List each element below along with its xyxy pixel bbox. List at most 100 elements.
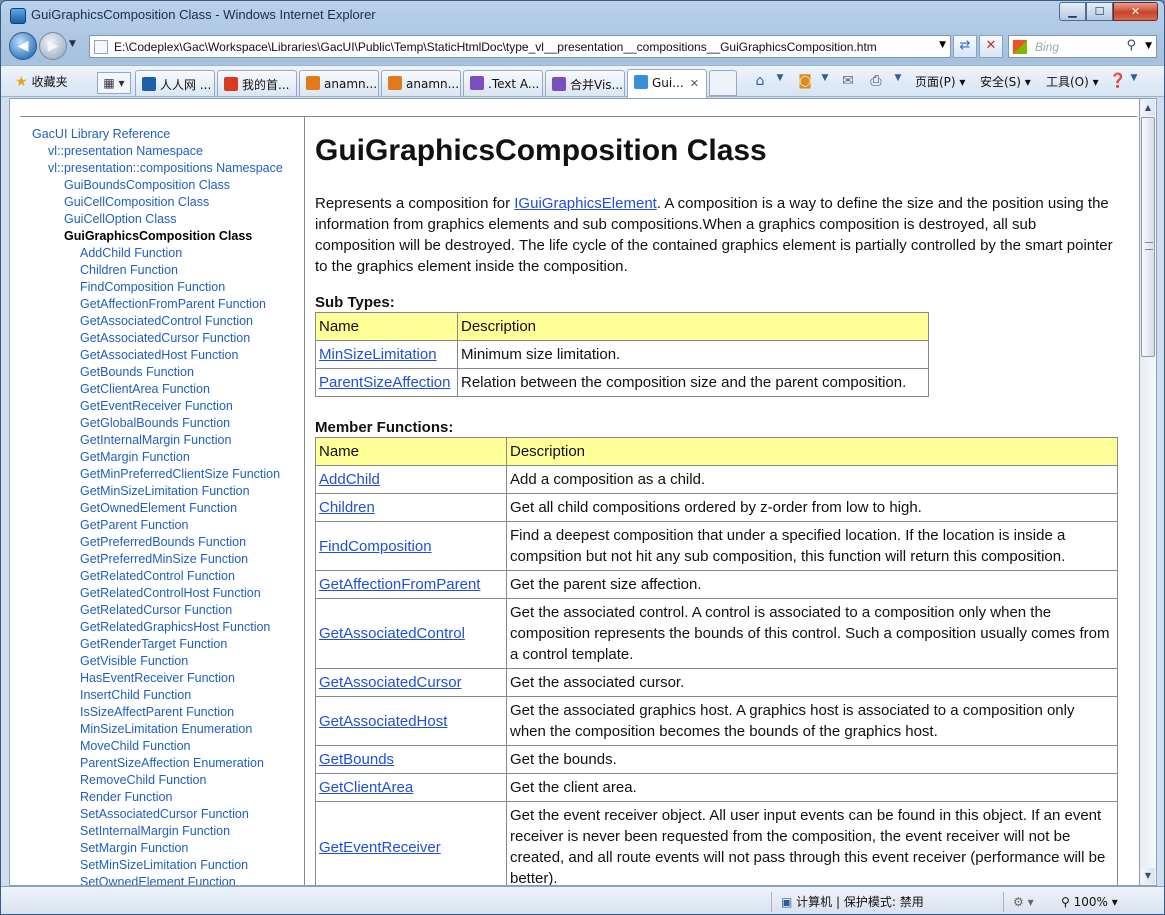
sidebar-member-link[interactable]: GetRelatedControlHost Function	[80, 586, 261, 600]
tab-text[interactable]: .Text A...	[463, 70, 543, 96]
vertical-scrollbar[interactable]: ▲ ▼	[1140, 98, 1157, 886]
chevron-down-icon[interactable]: ▼	[939, 40, 946, 50]
sidebar-member-link[interactable]: MinSizeLimitation Enumeration	[80, 722, 252, 736]
member-function-link[interactable]: GetAssociatedCursor	[319, 674, 462, 691]
sidebar-member-link[interactable]: SetMargin Function	[80, 841, 188, 855]
tab-anamn-1[interactable]: anamn...	[299, 70, 379, 96]
safety-menu[interactable]: 安全(S) ▾	[980, 73, 1031, 90]
sidebar-class-link[interactable]: GuiCellOption Class	[64, 212, 177, 226]
sidebar-member-link[interactable]: IsSizeAffectParent Function	[80, 705, 234, 719]
sidebar-member-link[interactable]: GetMinSizeLimitation Function	[80, 484, 250, 498]
rss-dropdown-icon[interactable]: ▼	[816, 73, 834, 89]
sidebar-member-link[interactable]: FindComposition Function	[80, 280, 225, 294]
sidebar-member-link[interactable]: HasEventReceiver Function	[80, 671, 235, 685]
zoom-control[interactable]: ⚲ 100% ▾	[1061, 892, 1118, 912]
sidebar-member-link[interactable]: RemoveChild Function	[80, 773, 206, 787]
scroll-up-icon[interactable]: ▲	[1141, 100, 1155, 116]
forward-button[interactable]: ▶	[39, 32, 67, 60]
new-tab-button[interactable]	[709, 70, 737, 96]
sidebar-member-link[interactable]: GetRelatedControl Function	[80, 569, 235, 583]
igui-graphics-element-link[interactable]: IGuiGraphicsElement	[514, 195, 657, 212]
minimize-button[interactable]: ▁	[1059, 2, 1086, 21]
sidebar-member-link[interactable]: AddChild Function	[80, 246, 182, 260]
tab-merge[interactable]: 合并Vis...	[545, 70, 625, 96]
sidebar-member-link[interactable]: GetRelatedCursor Function	[80, 603, 232, 617]
member-function-link[interactable]: GetBounds	[319, 751, 394, 768]
quick-tabs-button[interactable]: ▦ ▾	[97, 72, 131, 94]
sidebar-member-link[interactable]: GetRenderTarget Function	[80, 637, 227, 651]
tab-homepage[interactable]: 我的首...	[217, 70, 297, 96]
address-bar[interactable]: E:\Codeplex\Gac\Workspace\Libraries\GacU…	[89, 35, 951, 58]
member-function-link[interactable]: GetAssociatedHost	[319, 713, 447, 730]
print-dropdown-icon[interactable]: ▼	[889, 73, 907, 89]
sidebar-class-link[interactable]: GuiBoundsComposition Class	[64, 178, 230, 192]
sidebar-member-link[interactable]: SetOwnedElement Function	[80, 875, 236, 885]
sidebar-member-link[interactable]: GetClientArea Function	[80, 382, 210, 396]
sidebar-member-link[interactable]: Render Function	[80, 790, 172, 804]
sidebar-member-link[interactable]: Children Function	[80, 263, 178, 277]
sidebar-member-link[interactable]: GetRelatedGraphicsHost Function	[80, 620, 270, 634]
search-input[interactable]: Bing	[1035, 40, 1059, 54]
sidebar-member-link[interactable]: GetAssociatedCursor Function	[80, 331, 250, 345]
page-menu[interactable]: 页面(P) ▾	[915, 73, 965, 90]
sidebar-class-link[interactable]: GuiCellComposition Class	[64, 195, 209, 209]
tab-close-icon[interactable]: ✕	[690, 77, 699, 90]
close-button[interactable]: ✕	[1113, 2, 1158, 21]
sidebar-member-link[interactable]: GetPreferredBounds Function	[80, 535, 246, 549]
member-function-link[interactable]: GetAssociatedControl	[319, 625, 465, 642]
stop-button[interactable]: ✕	[979, 35, 1003, 58]
sidebar-member-link[interactable]: SetAssociatedCursor Function	[80, 807, 249, 821]
sidebar-member-link[interactable]: GetAssociatedControl Function	[80, 314, 253, 328]
member-function-link[interactable]: GetEventReceiver	[319, 839, 441, 856]
rss-icon[interactable]: ◙	[796, 73, 814, 89]
sidebar-member-link[interactable]: GetOwnedElement Function	[80, 501, 237, 515]
subtype-link[interactable]: ParentSizeAffection	[319, 374, 450, 391]
sidebar-member-link[interactable]: SetMinSizeLimitation Function	[80, 858, 248, 872]
tab-renren[interactable]: 人人网 ...	[135, 70, 215, 96]
sidebar-member-link[interactable]: InsertChild Function	[80, 688, 191, 702]
sidebar-member-link[interactable]: MoveChild Function	[80, 739, 190, 753]
tools-menu[interactable]: 工具(O) ▾	[1046, 73, 1099, 90]
address-input[interactable]: E:\Codeplex\Gac\Workspace\Libraries\GacU…	[114, 40, 929, 54]
sidebar-member-link[interactable]: GetBounds Function	[80, 365, 194, 379]
sidebar-member-link[interactable]: GetGlobalBounds Function	[80, 416, 230, 430]
print-icon[interactable]: ⎙	[867, 73, 885, 89]
subtype-link[interactable]: MinSizeLimitation	[319, 346, 437, 363]
sidebar-member-link[interactable]: GetAffectionFromParent Function	[80, 297, 266, 311]
search-icon[interactable]: ⚲	[1126, 38, 1136, 53]
sidebar-member-link[interactable]: GetEventReceiver Function	[80, 399, 233, 413]
sidebar-root-link[interactable]: GacUI Library Reference	[32, 127, 170, 141]
search-box[interactable]: Bing ⚲ ▼	[1008, 35, 1157, 58]
refresh-button[interactable]: ⇄	[953, 35, 977, 58]
sidebar-member-link[interactable]: GetInternalMargin Function	[80, 433, 231, 447]
security-zone[interactable]: ▣ 计算机 | 保护模式: 禁用	[781, 892, 924, 912]
history-dropdown-icon[interactable]: ▼	[69, 39, 76, 49]
sidebar-member-link[interactable]: GetAssociatedHost Function	[80, 348, 238, 362]
member-function-link[interactable]: GetAffectionFromParent	[319, 576, 480, 593]
sidebar-member-link[interactable]: ParentSizeAffection Enumeration	[80, 756, 264, 770]
tab-gui-active[interactable]: Gui... ✕	[627, 69, 707, 98]
sidebar-member-link[interactable]: GetMinPreferredClientSize Function	[80, 467, 280, 481]
scroll-down-icon[interactable]: ▼	[1141, 868, 1155, 884]
sidebar-member-link[interactable]: GetMargin Function	[80, 450, 190, 464]
help-dropdown-icon[interactable]: ▼	[1125, 73, 1143, 89]
maximize-button[interactable]: ☐	[1086, 2, 1113, 21]
scroll-thumb[interactable]	[1141, 117, 1155, 357]
home-icon[interactable]: ⌂	[751, 73, 769, 89]
sidebar-namespace-link[interactable]: vl::presentation Namespace	[48, 144, 203, 158]
member-function-link[interactable]: FindComposition	[319, 538, 432, 555]
sidebar-member-link[interactable]: GetParent Function	[80, 518, 188, 532]
sidebar-namespace-link[interactable]: vl::presentation::compositions Namespace	[48, 161, 283, 175]
sidebar-member-link[interactable]: GetVisible Function	[80, 654, 188, 668]
member-function-link[interactable]: AddChild	[319, 471, 380, 488]
member-function-link[interactable]: Children	[319, 499, 375, 516]
home-dropdown-icon[interactable]: ▼	[771, 73, 789, 89]
sidebar-member-link[interactable]: SetInternalMargin Function	[80, 824, 230, 838]
protected-mode-icon[interactable]: ⚙ ▾	[1013, 892, 1034, 912]
back-button[interactable]: ◀	[9, 32, 37, 60]
member-function-link[interactable]: GetClientArea	[319, 779, 413, 796]
mail-icon[interactable]: ✉	[839, 73, 857, 89]
sidebar-member-link[interactable]: GetPreferredMinSize Function	[80, 552, 248, 566]
tab-anamn-2[interactable]: anamn...	[381, 70, 461, 96]
search-dropdown-icon[interactable]: ▼	[1145, 41, 1152, 51]
